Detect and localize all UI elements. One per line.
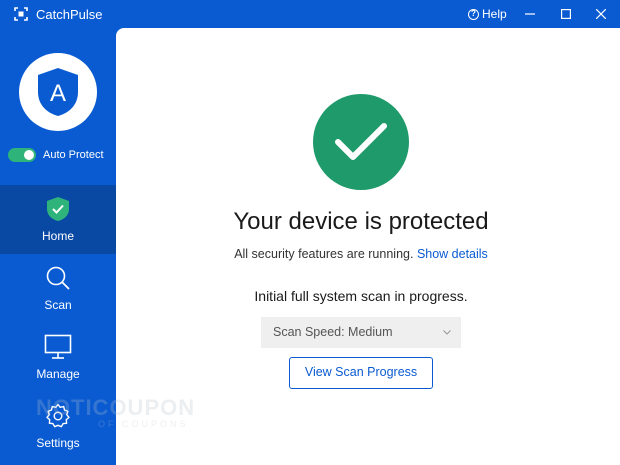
scan-speed-value: Scan Speed: Medium [273,325,393,339]
sidebar-item-scan[interactable]: Scan [0,254,116,323]
sidebar: A Auto Protect Home Scan Manage Settings [0,28,116,465]
sidebar-item-home[interactable]: Home [0,185,116,254]
main-panel: Your device is protected All security fe… [116,28,620,465]
sidebar-item-label: Manage [36,367,80,381]
title-bar: CatchPulse ? Help [0,0,620,28]
show-details-link[interactable]: Show details [417,247,488,261]
sidebar-item-label: Settings [36,436,80,450]
gear-icon [43,401,73,431]
sidebar-item-label: Home [41,229,74,243]
sidebar-item-manage[interactable]: Manage [0,323,116,392]
chevron-down-icon [443,330,451,335]
app-title: CatchPulse [36,7,103,22]
close-button[interactable] [586,0,616,28]
shield-check-icon [43,194,73,224]
auto-protect-toggle[interactable] [8,148,36,162]
minimize-icon [525,13,535,15]
app-logo-icon [14,7,28,21]
search-icon [43,263,73,293]
view-scan-progress-button[interactable]: View Scan Progress [289,357,433,389]
monitor-icon [43,332,73,362]
checkmark-icon [335,123,387,160]
minimize-button[interactable] [515,0,545,28]
auto-protect-row: Auto Protect [8,148,104,162]
brand-letter: A [50,80,66,107]
close-icon [596,9,606,19]
status-subtext: All security features are running. Show … [116,247,606,261]
sidebar-item-settings[interactable]: Settings [0,392,116,461]
maximize-icon [561,9,571,19]
status-text: All security features are running. [234,247,414,261]
status-headline: Your device is protected [233,208,489,235]
brand-shield-icon: A [38,68,78,116]
help-label: Help [482,7,507,21]
brand-badge: A [19,53,97,131]
scan-status-text: Initial full system scan in progress. [254,288,468,304]
help-icon: ? [468,8,479,20]
maximize-button[interactable] [551,0,581,28]
protected-status-badge [313,94,409,190]
sidebar-item-label: Scan [44,298,72,312]
auto-protect-label: Auto Protect [43,149,104,161]
help-button[interactable]: ? Help [468,7,507,21]
scan-speed-dropdown[interactable]: Scan Speed: Medium [261,317,461,348]
